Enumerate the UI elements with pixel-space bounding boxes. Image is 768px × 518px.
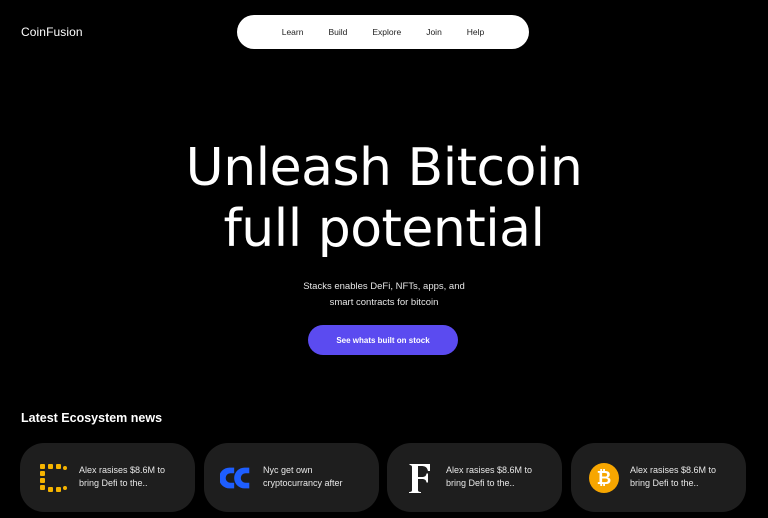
news-card[interactable]: ₿ Alex rasises $8.6M to bring Defi to th… xyxy=(571,443,746,512)
news-card[interactable]: Alex rasises $8.6M to bring Defi to the.… xyxy=(387,443,562,512)
news-card[interactable]: Nyc get own cryptocurrancy after xyxy=(204,443,379,512)
cc-logo-icon xyxy=(220,461,254,495)
nav-item-explore[interactable]: Explore xyxy=(364,27,409,37)
brand-logo[interactable]: CoinFusion xyxy=(21,25,83,39)
news-card-line1: Alex rasises $8.6M to xyxy=(79,465,166,475)
svg-text:₿: ₿ xyxy=(597,468,612,489)
news-card-text: Alex rasises $8.6M to bring Defi to the.… xyxy=(446,464,552,490)
nav-item-build[interactable]: Build xyxy=(320,27,355,37)
news-card-line1: Alex rasises $8.6M to xyxy=(630,465,717,475)
top-nav: Learn Build Explore Join Help xyxy=(237,15,529,49)
nav-item-join[interactable]: Join xyxy=(418,27,450,37)
hero-title: Unleash Bitcoin full potential xyxy=(0,138,768,260)
hero-subtitle-line2: smart contracts for bitcoin xyxy=(329,296,439,308)
news-card-text: Alex rasises $8.6M to bring Defi to the.… xyxy=(630,464,736,490)
news-card-line2: bring Defi to the.. xyxy=(630,478,699,488)
news-card[interactable]: Alex rasises $8.6M to bring Defi to the.… xyxy=(20,443,195,512)
hero-subtitle-line1: Stacks enables DeFi, NFTs, apps, and xyxy=(303,281,465,292)
alex-logo-icon xyxy=(36,461,70,495)
f-logo-icon xyxy=(403,461,437,495)
news-card-line2: bring Defi to the.. xyxy=(446,478,515,488)
news-card-text: Nyc get own cryptocurrancy after xyxy=(263,464,369,490)
nav-item-learn[interactable]: Learn xyxy=(274,27,312,37)
see-whats-built-button[interactable]: See whats built on stock xyxy=(308,325,458,355)
hero-subtitle: Stacks enables DeFi, NFTs, apps, and sma… xyxy=(0,279,768,310)
news-card-line2: bring Defi to the.. xyxy=(79,478,148,488)
news-cards: Alex rasises $8.6M to bring Defi to the.… xyxy=(20,443,746,513)
nav-item-help[interactable]: Help xyxy=(459,27,492,37)
news-card-line1: Alex rasises $8.6M to xyxy=(446,465,533,475)
news-section-title: Latest Ecosystem news xyxy=(21,411,163,425)
bitcoin-icon: ₿ xyxy=(587,461,621,495)
news-card-line1: Nyc get own xyxy=(263,465,313,475)
news-card-line2: cryptocurrancy after xyxy=(263,478,343,488)
news-card-text: Alex rasises $8.6M to bring Defi to the.… xyxy=(79,464,185,490)
hero-title-line1: Unleash Bitcoin xyxy=(185,138,583,198)
hero-title-line2: full potential xyxy=(223,199,546,259)
